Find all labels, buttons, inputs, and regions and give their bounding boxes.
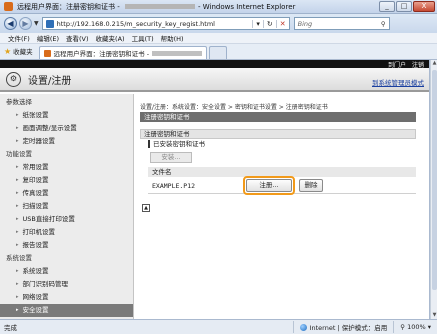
delete-button[interactable]: 删除 <box>299 179 323 192</box>
sidebar-item-department-id[interactable]: ▸ 部门识别码管理 <box>0 278 133 291</box>
menu-edit[interactable]: 编辑(E) <box>37 33 59 43</box>
sidebar-item-paper-settings[interactable]: ▸ 纸张设置 <box>0 109 133 122</box>
page-top-icon[interactable]: ▲ <box>142 204 150 212</box>
scroll-thumb[interactable] <box>432 70 437 290</box>
back-icon[interactable]: ◀ <box>4 17 17 30</box>
zone-label: Internet | 保护模式：启用 <box>309 324 388 332</box>
address-toolbar: ◀ ▶ ▼ http://192.168.0.215/m_security_ke… <box>0 14 437 33</box>
sidebar-item-fax-settings[interactable]: ▸ 传真设置 <box>0 187 133 200</box>
install-button[interactable]: 安装... <box>150 152 192 163</box>
sidebar-item-common-settings[interactable]: ▸ 常用设置 <box>0 161 133 174</box>
status-text: 完成 <box>4 324 17 332</box>
search-input[interactable]: Bing ⚲ <box>293 17 390 30</box>
browser-tab[interactable]: 远程用户界面：注册密钥和证书 - <box>38 46 208 59</box>
admin-mode-link[interactable]: 到系统管理员模式 <box>372 77 424 87</box>
sidebar-item-report-settings[interactable]: ▸ 报告设置 <box>0 239 133 252</box>
globe-icon <box>299 323 307 331</box>
table-row: EXAMPLE.P12 注册... 删除 <box>148 176 416 195</box>
scroll-up-icon[interactable]: ▲ <box>431 60 437 67</box>
subsection-title: 注册密钥和证书 <box>140 129 416 139</box>
security-zone[interactable]: Internet | 保护模式：启用 <box>292 321 394 333</box>
stop-icon[interactable]: ✕ <box>275 19 289 28</box>
url-text[interactable]: http://192.168.0.215/m_security_key_regi… <box>57 20 253 28</box>
file-name-cell: EXAMPLE.P12 <box>152 182 196 190</box>
search-icon[interactable]: ⚲ <box>381 20 389 28</box>
menu-view[interactable]: 查看(V) <box>66 33 89 43</box>
refresh-icon[interactable]: ↻ <box>262 19 276 28</box>
scroll-down-icon[interactable]: ▼ <box>431 312 437 319</box>
register-button[interactable]: 注册... <box>246 179 292 192</box>
zoom-level[interactable]: ⚲ 100% ▾ <box>393 321 437 333</box>
tab-label: 远程用户界面：注册密钥和证书 - <box>53 50 150 58</box>
favorites-button[interactable]: ★ 收藏夹 <box>4 46 33 57</box>
settings-logo-icon: ⚙ <box>6 71 21 87</box>
sidebar-item-system-settings[interactable]: ▸ 系统设置 <box>0 265 133 278</box>
header-strip: 到门户 注销 <box>0 60 429 69</box>
favorites-bar: ★ 收藏夹 远程用户界面：注册密钥和证书 - <box>0 44 437 60</box>
forward-icon[interactable]: ▶ <box>19 17 32 30</box>
address-dropdown-icon[interactable]: ▾ <box>252 19 263 28</box>
favorites-label: 收藏夹 <box>13 48 33 56</box>
main-content: 设置/注册：系统设置：安全设置 > 密钥和证书设置 > 注册密钥和证书 注册密钥… <box>140 94 423 319</box>
menu-help[interactable]: 帮助(H) <box>161 33 184 43</box>
app-icon <box>4 2 13 11</box>
site-favicon-icon <box>45 19 54 28</box>
menu-favorites[interactable]: 收藏夹(A) <box>96 33 125 43</box>
sidebar-item-copy-settings[interactable]: ▸ 复印设置 <box>0 174 133 187</box>
sidebar-nav: 参数选择 ▸ 纸张设置 ▸ 画面调整/显示设置 ▸ 定时器设置 功能设置 ▸ 常用设置 … <box>0 94 134 319</box>
sidebar-item-printer-settings[interactable]: ▸ 打印机设置 <box>0 226 133 239</box>
sidebar-item-timer-settings[interactable]: ▸ 定时器设置 <box>0 135 133 148</box>
section-title-bar: 注册密钥和证书 <box>140 112 416 122</box>
menu-file[interactable]: 文件(F) <box>8 33 30 43</box>
tab-title-redacted <box>152 50 203 56</box>
web-page: 到门户 注销 ⚙ 设置/注册 到系统管理员模式 参数选择 ▸ 纸张设置 ▸ 画面调整… <box>0 60 430 319</box>
close-button[interactable]: X <box>413 1 435 12</box>
window-title: 远程用户界面：注册密钥和证书 - - Windows Internet Expl… <box>17 2 296 11</box>
sidebar-section-function: 功能设置 <box>6 150 32 158</box>
sidebar-section-preferences: 参数选择 <box>6 98 32 106</box>
address-field[interactable]: http://192.168.0.215/m_security_key_regi… <box>41 17 290 30</box>
sidebar-item-scan-settings[interactable]: ▸ 扫描设置 <box>0 200 133 213</box>
breadcrumb: 设置/注册：系统设置：安全设置 > 密钥和证书设置 > 注册密钥和证书 <box>140 104 328 111</box>
star-icon: ★ <box>4 46 12 56</box>
new-tab-button[interactable] <box>209 46 228 59</box>
maximize-button[interactable]: □ <box>396 1 412 12</box>
installed-keys-title: 已安装密钥和证书 <box>148 140 205 148</box>
page-header: ⚙ 设置/注册 到系统管理员模式 <box>0 68 429 92</box>
sidebar-item-security-settings[interactable]: ▸ 安全设置 <box>0 304 133 317</box>
sidebar-item-usb-print-settings[interactable]: ▸ USB直接打印设置 <box>0 213 133 226</box>
page-title: 设置/注册 <box>28 75 72 87</box>
sidebar-item-network-settings[interactable]: ▸ 网络设置 <box>0 291 133 304</box>
tab-favicon-icon <box>43 49 51 57</box>
minimize-button[interactable]: _ <box>379 1 395 12</box>
sidebar-section-system: 系统设置 <box>6 254 32 262</box>
search-placeholder: Bing <box>297 19 313 28</box>
history-dropdown-icon[interactable]: ▼ <box>34 20 39 27</box>
vertical-scrollbar[interactable]: ▲ ▼ <box>430 60 437 319</box>
menu-tools[interactable]: 工具(T) <box>132 33 154 43</box>
status-bar: 完成 Internet | 保护模式：启用 ⚲ 100% ▾ <box>0 319 437 334</box>
menu-bar: 文件(F) 编辑(E) 查看(V) 收藏夹(A) 工具(T) 帮助(H) <box>0 33 437 44</box>
window-titlebar: 远程用户界面：注册密钥和证书 - - Windows Internet Expl… <box>0 0 437 14</box>
sidebar-item-display-settings[interactable]: ▸ 画面调整/显示设置 <box>0 122 133 135</box>
